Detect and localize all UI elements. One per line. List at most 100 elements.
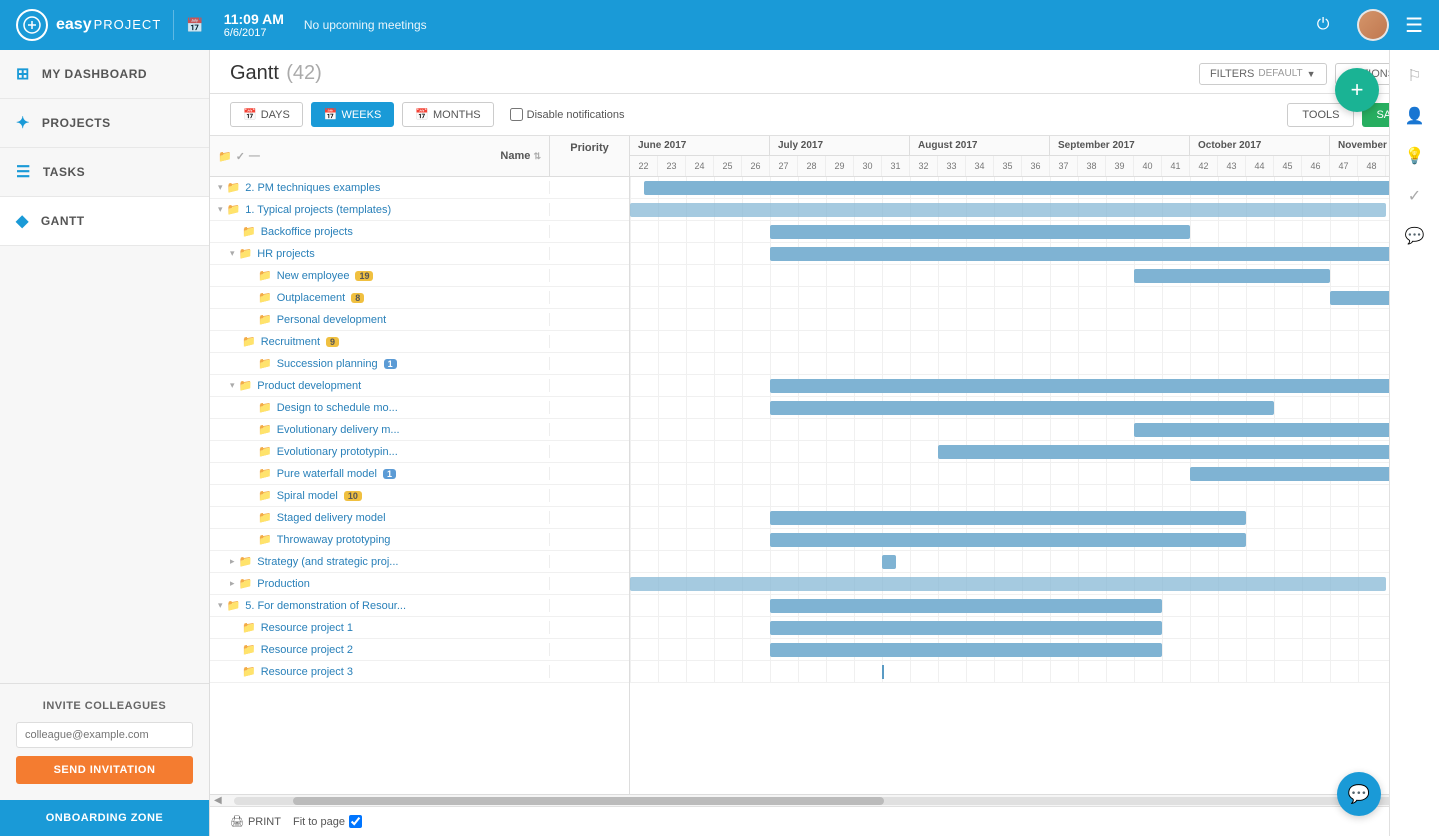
collapse-button[interactable]: ▾: [218, 182, 223, 193]
user-avatar[interactable]: [1357, 9, 1389, 41]
collapse-button[interactable]: ▾: [218, 204, 223, 215]
row-name-text[interactable]: Backoffice projects: [261, 226, 353, 238]
table-row[interactable]: 📁Succession planning1: [210, 353, 629, 375]
gantt-bar[interactable]: [882, 555, 896, 569]
row-name-text[interactable]: 2. PM techniques examples: [245, 182, 380, 194]
table-row[interactable]: ▸📁Strategy (and strategic proj...: [210, 551, 629, 573]
gantt-bar[interactable]: [770, 379, 1439, 393]
days-view-button[interactable]: 📅 DAYS: [230, 102, 303, 127]
table-row[interactable]: 📁Resource project 3: [210, 661, 629, 683]
row-name-text[interactable]: Resource project 2: [261, 644, 353, 656]
table-row[interactable]: 📁Evolutionary delivery m...: [210, 419, 629, 441]
table-row[interactable]: 📁Evolutionary prototypin...: [210, 441, 629, 463]
horizontal-scrollbar[interactable]: ◀ ▶: [210, 794, 1439, 806]
sidebar-item-tasks[interactable]: ☰ TASKS: [0, 148, 209, 197]
row-name-text[interactable]: Spiral model: [277, 490, 338, 502]
row-name-text[interactable]: Staged delivery model: [277, 512, 386, 524]
table-row[interactable]: 📁Resource project 1: [210, 617, 629, 639]
gantt-bar[interactable]: [1134, 269, 1330, 283]
power-icon[interactable]: ⏻: [1305, 7, 1341, 43]
row-name-text[interactable]: Outplacement: [277, 292, 345, 304]
table-row[interactable]: 📁Pure waterfall model1: [210, 463, 629, 485]
row-name-text[interactable]: 1. Typical projects (templates): [245, 204, 391, 216]
disable-notifications-label[interactable]: Disable notifications: [510, 108, 625, 121]
gantt-bar[interactable]: [770, 599, 1162, 613]
table-row[interactable]: 📁Resource project 2: [210, 639, 629, 661]
row-name-text[interactable]: Resource project 1: [261, 622, 353, 634]
months-view-button[interactable]: 📅 MONTHS: [402, 102, 493, 127]
row-name-text[interactable]: Personal development: [277, 314, 386, 326]
send-invitation-button[interactable]: SEND INVITATION: [16, 756, 193, 784]
row-name-text[interactable]: Evolutionary delivery m...: [277, 424, 400, 436]
weeks-view-button[interactable]: 📅 WEEKS: [311, 102, 394, 127]
print-button[interactable]: 🖨 PRINT: [230, 815, 281, 828]
table-row[interactable]: ▾📁2. PM techniques examples: [210, 177, 629, 199]
invite-email-input[interactable]: [16, 722, 193, 748]
table-row[interactable]: 📁New employee19: [210, 265, 629, 287]
collapse-button[interactable]: ▾: [230, 248, 235, 259]
gantt-bar[interactable]: [644, 181, 1439, 195]
gantt-bar[interactable]: [770, 225, 1190, 239]
row-name-text[interactable]: Production: [257, 578, 310, 590]
row-name-text[interactable]: Throwaway prototyping: [277, 534, 391, 546]
row-name-text[interactable]: Pure waterfall model: [277, 468, 377, 480]
table-row[interactable]: ▸📁Production: [210, 573, 629, 595]
fab-add-button[interactable]: +: [1335, 68, 1379, 112]
onboarding-zone-button[interactable]: ONBOARDING ZONE: [0, 800, 209, 836]
table-row[interactable]: 📁Personal development: [210, 309, 629, 331]
table-row[interactable]: 📁Staged delivery model: [210, 507, 629, 529]
check-icon[interactable]: ✓: [1397, 178, 1433, 214]
row-name-text[interactable]: Strategy (and strategic proj...: [257, 556, 398, 568]
sidebar-item-dashboard[interactable]: ⊞ MY DASHBOARD: [0, 50, 209, 99]
sidebar-item-gantt[interactable]: ◆ GANTT: [0, 197, 209, 246]
table-row[interactable]: ▾📁HR projects: [210, 243, 629, 265]
chat-bubble-button[interactable]: 💬: [1337, 772, 1381, 816]
chat-icon[interactable]: 💬: [1397, 218, 1433, 254]
user-icon[interactable]: 👤: [1397, 98, 1433, 134]
expand-button[interactable]: ▸: [230, 578, 235, 589]
fit-page-label[interactable]: Fit to page: [293, 815, 362, 828]
gantt-bar[interactable]: [630, 203, 1386, 217]
menu-icon[interactable]: ☰: [1405, 13, 1423, 38]
collapse-button[interactable]: ▾: [230, 380, 235, 391]
fit-page-checkbox[interactable]: [349, 815, 362, 828]
row-name-text[interactable]: Evolutionary prototypin...: [277, 446, 398, 458]
gantt-bar[interactable]: [938, 445, 1439, 459]
flag-icon[interactable]: ⚐: [1397, 58, 1433, 94]
lightbulb-icon[interactable]: 💡: [1397, 138, 1433, 174]
logo[interactable]: easy PROJECT: [16, 9, 161, 41]
row-name-text[interactable]: 5. For demonstration of Resour...: [245, 600, 406, 612]
gantt-bar[interactable]: [630, 577, 1386, 591]
row-name-text[interactable]: New employee: [277, 270, 350, 282]
table-row[interactable]: 📁Recruitment9: [210, 331, 629, 353]
gantt-bar[interactable]: [882, 665, 884, 679]
table-row[interactable]: 📁Backoffice projects: [210, 221, 629, 243]
table-row[interactable]: 📁Outplacement8: [210, 287, 629, 309]
disable-notifications-checkbox[interactable]: [510, 108, 523, 121]
table-row[interactable]: 📁Throwaway prototyping: [210, 529, 629, 551]
gantt-bar[interactable]: [770, 643, 1162, 657]
gantt-bar[interactable]: [770, 401, 1274, 415]
gantt-bar[interactable]: [770, 621, 1162, 635]
gantt-bar[interactable]: [770, 533, 1246, 547]
table-row[interactable]: 📁Spiral model10: [210, 485, 629, 507]
filters-button[interactable]: FILTERS DEFAULT ▼: [1199, 63, 1327, 85]
gantt-bar[interactable]: [770, 511, 1246, 525]
table-row[interactable]: 📁Design to schedule mo...: [210, 397, 629, 419]
expand-button[interactable]: ▸: [230, 556, 235, 567]
row-name-text[interactable]: Succession planning: [277, 358, 378, 370]
gantt-bar[interactable]: [770, 247, 1439, 261]
scroll-thumb[interactable]: [293, 797, 884, 805]
sidebar-item-projects[interactable]: ✦ PROJECTS: [0, 99, 209, 148]
collapse-button[interactable]: ▾: [218, 600, 223, 611]
table-row[interactable]: ▾📁1. Typical projects (templates): [210, 199, 629, 221]
row-name-text[interactable]: HR projects: [257, 248, 314, 260]
row-name-text[interactable]: Product development: [257, 380, 361, 392]
name-sort[interactable]: Name ⇅: [500, 150, 541, 162]
table-row[interactable]: ▾📁5. For demonstration of Resour...: [210, 595, 629, 617]
row-name-text[interactable]: Design to schedule mo...: [277, 402, 398, 414]
table-row[interactable]: ▾📁Product development: [210, 375, 629, 397]
row-name-text[interactable]: Recruitment: [261, 336, 320, 348]
row-name-text[interactable]: Resource project 3: [261, 666, 353, 678]
scroll-track[interactable]: [234, 797, 1416, 805]
